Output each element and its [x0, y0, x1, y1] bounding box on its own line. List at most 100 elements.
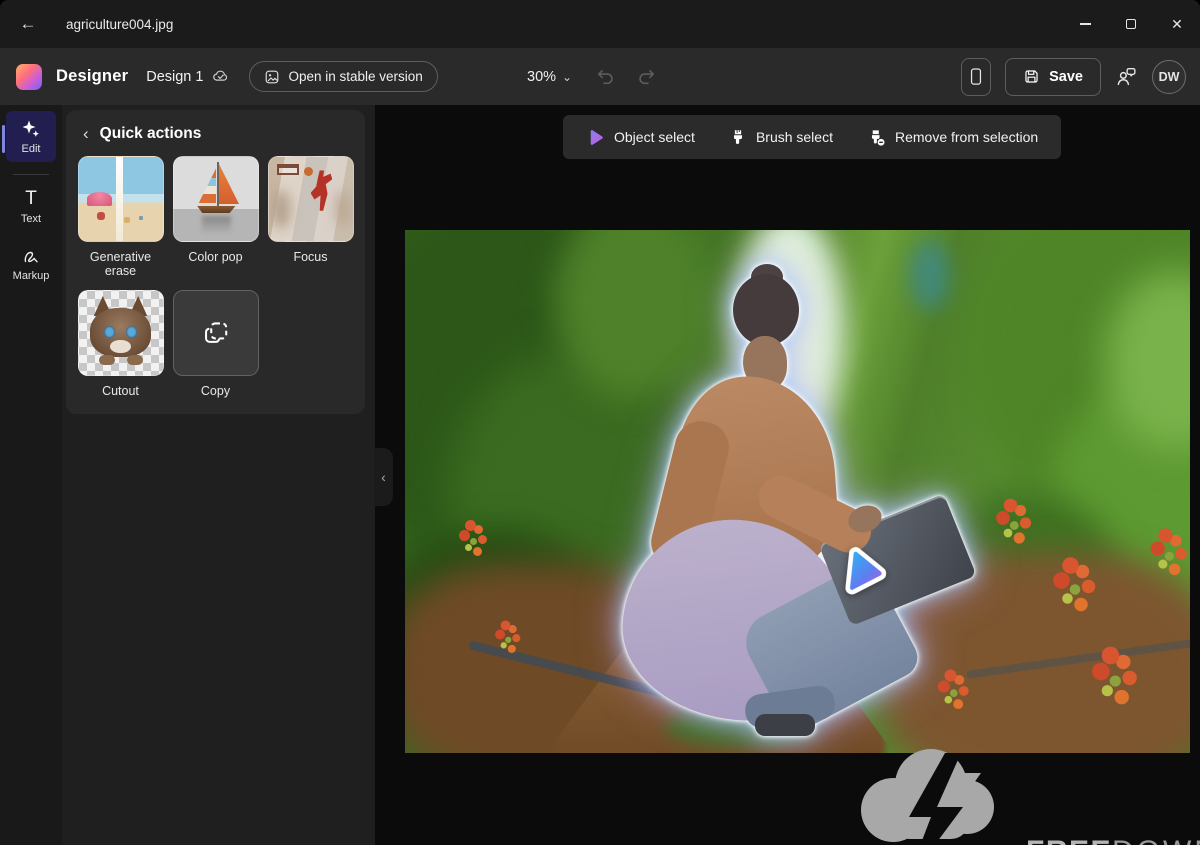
brush-minus-icon	[867, 128, 886, 147]
canvas-area[interactable]: Object select Brush select Remove from s…	[375, 105, 1200, 845]
sidebar-item-text[interactable]: T Text	[6, 181, 56, 232]
object-select-cursor-icon	[586, 128, 605, 147]
brush-icon	[729, 128, 747, 146]
app-header: Designer Design 1 Open in stable version…	[0, 48, 1200, 105]
quick-action-label: Generative erase	[77, 250, 164, 278]
person-shoe	[755, 714, 815, 736]
photo-agriculture[interactable]	[405, 230, 1190, 753]
quick-actions-header: ‹ Quick actions	[83, 125, 354, 143]
panel-collapse-handle[interactable]: ‹	[374, 448, 393, 506]
design-name[interactable]: Design 1	[146, 69, 203, 85]
image-icon	[264, 69, 280, 85]
quick-action-label: Cutout	[102, 384, 139, 398]
avatar-initials: DW	[1159, 70, 1180, 84]
watermark-text: FREEDOWNLOAD	[1026, 835, 1200, 845]
copy-icon	[201, 318, 231, 348]
feedback-button[interactable]	[1115, 65, 1138, 88]
watermark-light: DOWNLOAD	[1112, 835, 1200, 845]
undo-button[interactable]	[594, 66, 615, 87]
tomato-cluster	[1158, 528, 1172, 542]
designer-logo-icon	[16, 64, 42, 90]
background-worker	[910, 240, 950, 310]
maximize-icon	[1126, 19, 1136, 29]
tomato-cluster	[1102, 647, 1120, 665]
cloud-saved-icon	[212, 68, 229, 85]
watermark-bold: FREE	[1026, 835, 1112, 845]
panel-back-button[interactable]: ‹	[83, 126, 89, 142]
cutout-thumbnail	[78, 290, 164, 376]
quick-action-copy[interactable]: Copy	[172, 290, 259, 398]
brush-select-button[interactable]: Brush select	[712, 115, 850, 159]
remove-from-selection-button[interactable]: Remove from selection	[850, 115, 1055, 159]
sidebar-item-label: Edit	[22, 143, 41, 155]
maximize-button[interactable]	[1108, 0, 1154, 48]
save-label: Save	[1049, 69, 1083, 85]
open-stable-version-label: Open in stable version	[288, 69, 422, 84]
save-icon	[1023, 68, 1040, 85]
panel-title: Quick actions	[100, 125, 202, 143]
generative-erase-thumbnail	[78, 156, 164, 242]
quick-action-focus[interactable]: Focus	[267, 156, 354, 278]
quick-action-label: Focus	[293, 250, 327, 264]
tomato-cluster	[1004, 499, 1018, 513]
back-button[interactable]: ←	[4, 0, 52, 48]
left-rail: Edit T Text Markup	[0, 105, 62, 845]
selected-person[interactable]	[605, 270, 915, 750]
markup-pen-icon	[21, 246, 41, 266]
save-button[interactable]: Save	[1005, 58, 1101, 96]
minimize-icon	[1080, 23, 1091, 25]
back-arrow-icon: ←	[20, 14, 37, 34]
selection-toolbar: Object select Brush select Remove from s…	[563, 115, 1061, 159]
undo-icon	[594, 66, 615, 87]
quick-actions-panel: ‹ Quick actions Generative erase Color p…	[62, 105, 375, 845]
selection-cursor-icon	[837, 543, 893, 604]
quick-action-label: Copy	[201, 384, 230, 398]
quick-action-label: Color pop	[188, 250, 242, 264]
cloud-lightning-logo	[845, 735, 1020, 845]
sidebar-item-label: Text	[21, 213, 41, 225]
document-title: agriculture004.jpg	[66, 17, 173, 32]
chevron-down-icon: ⌄	[562, 72, 572, 82]
open-stable-version-button[interactable]: Open in stable version	[249, 61, 437, 92]
toolbar-item-label: Brush select	[756, 129, 833, 145]
close-button[interactable]: ✕	[1154, 0, 1200, 48]
minimize-button[interactable]	[1062, 0, 1108, 48]
window-controls: ✕	[1062, 0, 1200, 48]
redo-icon	[637, 66, 658, 87]
quick-actions-grid: Generative erase Color pop Focus Cutout	[77, 156, 354, 398]
tomato-cluster	[944, 669, 956, 681]
toolbar-item-label: Object select	[614, 129, 695, 145]
titlebar: ← agriculture004.jpg ✕	[0, 0, 1200, 48]
selected-indicator	[2, 125, 5, 153]
redo-button[interactable]	[637, 66, 658, 87]
designer-window: ← agriculture004.jpg ✕ Designer Design 1…	[0, 0, 1200, 845]
quick-action-cutout[interactable]: Cutout	[77, 290, 164, 398]
person-feedback-icon	[1115, 65, 1138, 88]
app-body: Edit T Text Markup ‹ Quick actions	[0, 105, 1200, 845]
mobile-preview-button[interactable]	[961, 58, 991, 96]
copy-thumbnail	[173, 290, 259, 376]
tomato-cluster	[465, 520, 476, 531]
sidebar-item-edit[interactable]: Edit	[6, 111, 56, 162]
sparkles-icon	[21, 119, 41, 139]
quick-action-generative-erase[interactable]: Generative erase	[77, 156, 164, 278]
freedownload-watermark: FREEDOWNLOAD	[845, 735, 1200, 845]
focus-thumbnail	[268, 156, 354, 242]
sidebar-item-markup[interactable]: Markup	[6, 238, 56, 289]
quick-actions-card: ‹ Quick actions Generative erase Color p…	[66, 110, 365, 414]
avatar[interactable]: DW	[1152, 60, 1186, 94]
quick-action-color-pop[interactable]: Color pop	[172, 156, 259, 278]
object-select-button[interactable]: Object select	[569, 115, 712, 159]
chevron-left-icon: ‹	[83, 124, 89, 143]
chevron-left-icon: ‹	[381, 469, 386, 485]
header-left: Designer Design 1 Open in stable version	[16, 48, 438, 105]
tomato-cluster	[1062, 557, 1079, 574]
header-right: Save DW	[961, 48, 1186, 105]
toolbar-item-label: Remove from selection	[895, 129, 1038, 145]
text-icon: T	[25, 189, 37, 209]
app-name: Designer	[56, 67, 128, 86]
color-pop-thumbnail	[173, 156, 259, 242]
zoom-control[interactable]: 30% ⌄	[527, 69, 572, 85]
tomato-cluster	[501, 621, 511, 631]
phone-icon	[968, 67, 984, 87]
